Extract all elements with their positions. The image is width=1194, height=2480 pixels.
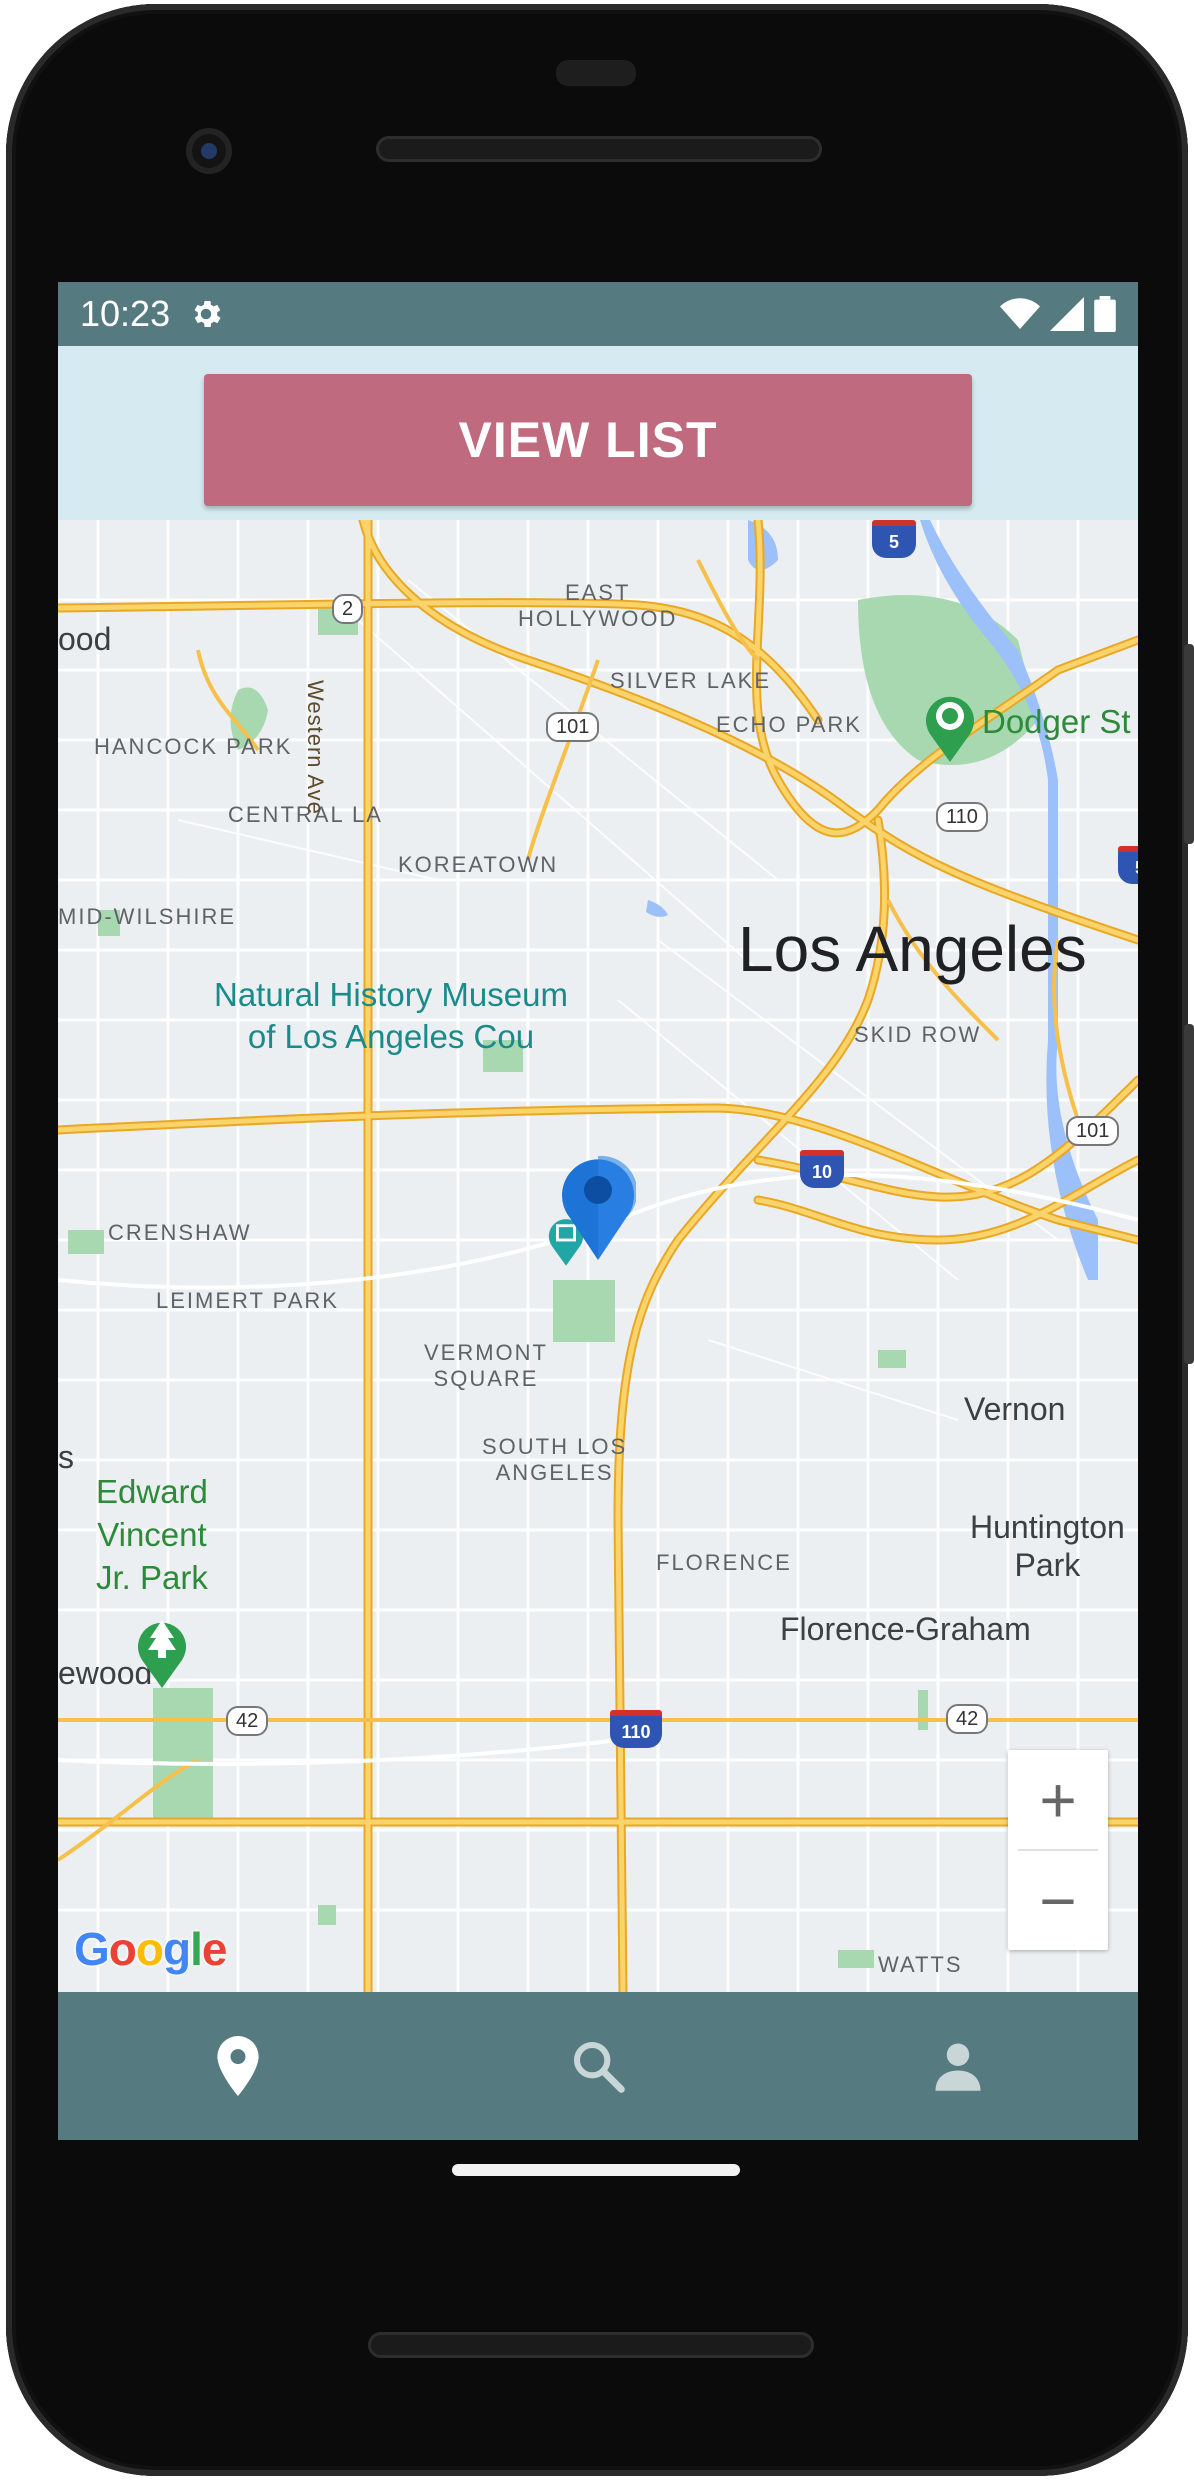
label-line: Jr. Park — [96, 1559, 208, 1596]
zoom-in-button[interactable]: + — [1008, 1750, 1108, 1849]
person-icon — [935, 2043, 981, 2091]
label-skid-row: SKID ROW — [854, 1022, 982, 1047]
home-indicator[interactable] — [452, 2164, 740, 2176]
label-line: of Los Angeles Cou — [247, 1018, 535, 1055]
map-view[interactable]: EAST HOLLYWOOD SILVER LAKE ECHO PARK HAN… — [58, 520, 1138, 1992]
stadium-poi-icon — [926, 696, 974, 762]
logo-part: g — [163, 1923, 191, 1975]
volume-button — [1184, 1024, 1194, 1364]
route-101-shield-east: 101 — [1066, 1116, 1120, 1146]
label-leimert-park: LEIMERT PARK — [156, 1288, 339, 1313]
label-silver-lake: SILVER LAKE — [610, 668, 771, 693]
map-pin-icon — [217, 2036, 259, 2096]
label-line: Park — [1014, 1547, 1081, 1583]
label-vermont-square: VERMONT SQUARE — [424, 1340, 548, 1392]
logo-part: l — [190, 1923, 203, 1975]
label-south-la: SOUTH LOS ANGELES — [482, 1434, 627, 1486]
label-line: EAST — [564, 580, 631, 605]
label-watts: WATTS — [878, 1952, 963, 1977]
bottom-navigation — [58, 1992, 1138, 2140]
interstate-5-shield: 5 — [872, 520, 916, 558]
view-list-button[interactable]: VIEW LIST — [204, 374, 972, 506]
label-florence-graham: Florence-Graham — [780, 1611, 1031, 1647]
label-museum: Natural History Museum of Los Angeles Co… — [214, 974, 568, 1058]
label-hollywood-partial: ood — [58, 621, 112, 657]
interstate-110-shield: 110 — [610, 1710, 662, 1748]
status-bar: 10:23 — [58, 282, 1138, 346]
route-101-shield: 101 — [546, 712, 600, 742]
label-line: SOUTH LOS — [482, 1434, 628, 1459]
interstate-10-shield: 10 — [800, 1150, 844, 1188]
label-line: Huntington — [970, 1509, 1125, 1545]
route-110-shield: 110 — [936, 802, 988, 832]
status-icons — [1000, 296, 1116, 332]
label-los-angeles: Los Angeles — [738, 913, 1087, 985]
label-line: ANGELES — [495, 1460, 614, 1485]
bottom-speaker — [368, 2332, 814, 2358]
location-marker-icon[interactable] — [560, 1154, 636, 1260]
label-koreatown: KOREATOWN — [398, 852, 559, 877]
signal-icon — [1050, 297, 1084, 331]
label-crenshaw: CRENSHAW — [108, 1220, 252, 1245]
route-42-shield-east: 42 — [946, 1704, 989, 1734]
front-camera — [186, 128, 232, 174]
tree-poi-icon — [138, 1620, 186, 1688]
label-mid-wilshire: MID-WILSHIRE — [58, 904, 236, 929]
label-echo-park: ECHO PARK — [716, 712, 862, 737]
zoom-out-button[interactable]: − — [1008, 1851, 1108, 1950]
label-line: SQUARE — [433, 1366, 539, 1391]
route-42-shield: 42 — [226, 1706, 269, 1736]
label-edward-vincent-park: Edward Vincent Jr. Park — [96, 1470, 208, 1599]
top-speaker — [376, 136, 822, 162]
status-time: 10:23 — [80, 293, 171, 334]
nav-search[interactable] — [418, 1992, 778, 2140]
label-vernon: Vernon — [964, 1391, 1066, 1427]
label-line: Vincent — [97, 1516, 207, 1553]
search-icon — [573, 2041, 625, 2093]
label-east-hollywood: EAST HOLLYWOOD — [518, 580, 677, 632]
label-line: HOLLYWOOD — [518, 606, 678, 631]
battery-icon — [1094, 296, 1116, 332]
phone-frame: 10:23 VIEW LIST EAST HOLLYWOOD SILVER LA… — [6, 4, 1194, 2476]
zoom-controls: + − — [1008, 1750, 1108, 1950]
label-line: Edward — [96, 1473, 208, 1510]
label-western-ave: Western Ave — [303, 680, 328, 815]
label-line: VERMONT — [424, 1340, 548, 1365]
route-2-shield: 2 — [332, 594, 364, 624]
wifi-icon — [1000, 298, 1040, 329]
label-dodger-stadium: Dodger St — [982, 703, 1131, 740]
label-huntington-park: Huntington Park — [970, 1508, 1125, 1584]
label-edge-s: s — [58, 1439, 74, 1475]
logo-part: o — [108, 1923, 137, 1975]
settings-gear-icon — [194, 300, 221, 328]
label-florence: FLORENCE — [656, 1550, 792, 1575]
label-line: Natural History Museum — [214, 976, 568, 1013]
label-hancock-park: HANCOCK PARK — [94, 734, 293, 759]
logo-part: G — [74, 1923, 110, 1975]
top-sensor — [556, 60, 636, 86]
google-logo: Google — [74, 1922, 228, 1976]
power-button — [1184, 644, 1194, 844]
screen: 10:23 VIEW LIST EAST HOLLYWOOD SILVER LA… — [58, 282, 1138, 2140]
nav-profile[interactable] — [778, 1992, 1138, 2140]
header-band: VIEW LIST — [58, 346, 1138, 520]
logo-part: o — [135, 1923, 164, 1975]
logo-part: e — [201, 1923, 228, 1975]
interstate-5-shield-east: 5 — [1118, 846, 1138, 884]
nav-map[interactable] — [58, 1992, 418, 2140]
